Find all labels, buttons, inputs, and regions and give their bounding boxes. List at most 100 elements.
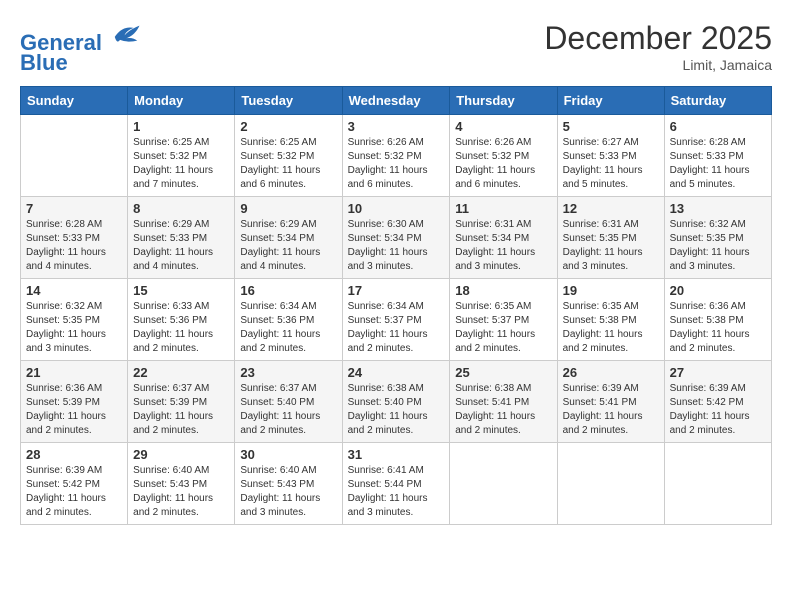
calendar-cell: 1 Sunrise: 6:25 AM Sunset: 5:32 PM Daylig…	[128, 115, 235, 197]
day-number: 7	[26, 201, 122, 216]
calendar-cell: 21Sunrise: 6:36 AM Sunset: 5:39 PM Dayli…	[21, 361, 128, 443]
day-info: Sunrise: 6:34 AM Sunset: 5:36 PM Dayligh…	[240, 300, 336, 356]
calendar-cell: 27 Sunrise: 6:39 AM Sunset: 5:42 PM Dayli…	[664, 361, 771, 443]
calendar-week-5: 28Sunrise: 6:39 AM Sunset: 5:42 PM Dayli…	[21, 443, 772, 525]
day-number: 2	[240, 119, 336, 134]
calendar-cell	[664, 443, 771, 525]
calendar-week-1: 1 Sunrise: 6:25 AM Sunset: 5:32 PM Daylig…	[21, 115, 772, 197]
day-number: 20	[670, 283, 766, 298]
day-info: Sunrise: 6:25 AM Sunset: 5:32 PM Dayligh…	[133, 136, 229, 192]
calendar-cell: 7Sunrise: 6:28 AM Sunset: 5:33 PM Daylig…	[21, 197, 128, 279]
location: Limit, Jamaica	[544, 57, 772, 73]
day-number: 19	[563, 283, 659, 298]
page-header: General Blue December 2025 Limit, Jamaic…	[20, 20, 772, 76]
day-number: 13	[670, 201, 766, 216]
day-info: Sunrise: 6:26 AM Sunset: 5:32 PM Dayligh…	[348, 136, 445, 192]
day-header-monday: Monday	[128, 87, 235, 115]
day-number: 16	[240, 283, 336, 298]
day-info: Sunrise: 6:26 AM Sunset: 5:32 PM Dayligh…	[455, 136, 551, 192]
day-number: 30	[240, 447, 336, 462]
day-header-thursday: Thursday	[450, 87, 557, 115]
calendar-cell: 28Sunrise: 6:39 AM Sunset: 5:42 PM Dayli…	[21, 443, 128, 525]
day-number: 14	[26, 283, 122, 298]
day-number: 23	[240, 365, 336, 380]
calendar-cell: 23Sunrise: 6:37 AM Sunset: 5:40 PM Dayli…	[235, 361, 342, 443]
day-header-wednesday: Wednesday	[342, 87, 450, 115]
calendar-cell: 2 Sunrise: 6:25 AM Sunset: 5:32 PM Daylig…	[235, 115, 342, 197]
calendar-header-row: SundayMondayTuesdayWednesdayThursdayFrid…	[21, 87, 772, 115]
day-number: 21	[26, 365, 122, 380]
day-info: Sunrise: 6:40 AM Sunset: 5:43 PM Dayligh…	[133, 464, 229, 520]
day-number: 31	[348, 447, 445, 462]
day-number: 24	[348, 365, 445, 380]
calendar-cell: 19 Sunrise: 6:35 AM Sunset: 5:38 PM Dayli…	[557, 279, 664, 361]
calendar-cell: 29 Sunrise: 6:40 AM Sunset: 5:43 PM Dayli…	[128, 443, 235, 525]
month-title: December 2025	[544, 20, 772, 57]
day-info: Sunrise: 6:31 AM Sunset: 5:34 PM Dayligh…	[455, 218, 551, 274]
calendar-cell	[450, 443, 557, 525]
calendar-cell: 18 Sunrise: 6:35 AM Sunset: 5:37 PM Dayli…	[450, 279, 557, 361]
day-info: Sunrise: 6:29 AM Sunset: 5:33 PM Dayligh…	[133, 218, 229, 274]
day-header-saturday: Saturday	[664, 87, 771, 115]
day-info: Sunrise: 6:39 AM Sunset: 5:41 PM Dayligh…	[563, 382, 659, 438]
day-info: Sunrise: 6:29 AM Sunset: 5:34 PM Dayligh…	[240, 218, 336, 274]
day-info: Sunrise: 6:40 AM Sunset: 5:43 PM Dayligh…	[240, 464, 336, 520]
calendar-cell	[21, 115, 128, 197]
day-info: Sunrise: 6:28 AM Sunset: 5:33 PM Dayligh…	[670, 136, 766, 192]
day-number: 22	[133, 365, 229, 380]
calendar-cell: 8Sunrise: 6:29 AM Sunset: 5:33 PM Daylig…	[128, 197, 235, 279]
day-info: Sunrise: 6:38 AM Sunset: 5:41 PM Dayligh…	[455, 382, 551, 438]
calendar-cell: 17 Sunrise: 6:34 AM Sunset: 5:37 PM Dayli…	[342, 279, 450, 361]
day-header-sunday: Sunday	[21, 87, 128, 115]
calendar-cell: 15 Sunrise: 6:33 AM Sunset: 5:36 PM Dayli…	[128, 279, 235, 361]
day-header-tuesday: Tuesday	[235, 87, 342, 115]
day-number: 15	[133, 283, 229, 298]
calendar-cell: 6 Sunrise: 6:28 AM Sunset: 5:33 PM Daylig…	[664, 115, 771, 197]
day-info: Sunrise: 6:34 AM Sunset: 5:37 PM Dayligh…	[348, 300, 445, 356]
day-number: 18	[455, 283, 551, 298]
day-info: Sunrise: 6:36 AM Sunset: 5:38 PM Dayligh…	[670, 300, 766, 356]
day-info: Sunrise: 6:27 AM Sunset: 5:33 PM Dayligh…	[563, 136, 659, 192]
calendar-cell: 14 Sunrise: 6:32 AM Sunset: 5:35 PM Dayli…	[21, 279, 128, 361]
calendar-week-2: 7Sunrise: 6:28 AM Sunset: 5:33 PM Daylig…	[21, 197, 772, 279]
day-number: 10	[348, 201, 445, 216]
calendar-cell: 5 Sunrise: 6:27 AM Sunset: 5:33 PM Daylig…	[557, 115, 664, 197]
day-info: Sunrise: 6:32 AM Sunset: 5:35 PM Dayligh…	[670, 218, 766, 274]
calendar-cell: 31 Sunrise: 6:41 AM Sunset: 5:44 PM Dayli…	[342, 443, 450, 525]
calendar-cell: 16 Sunrise: 6:34 AM Sunset: 5:36 PM Dayli…	[235, 279, 342, 361]
day-number: 17	[348, 283, 445, 298]
day-number: 29	[133, 447, 229, 462]
day-number: 6	[670, 119, 766, 134]
day-number: 26	[563, 365, 659, 380]
calendar-week-3: 14 Sunrise: 6:32 AM Sunset: 5:35 PM Dayli…	[21, 279, 772, 361]
calendar-table: SundayMondayTuesdayWednesdayThursdayFrid…	[20, 86, 772, 525]
day-number: 4	[455, 119, 551, 134]
day-number: 12	[563, 201, 659, 216]
day-info: Sunrise: 6:25 AM Sunset: 5:32 PM Dayligh…	[240, 136, 336, 192]
day-number: 27	[670, 365, 766, 380]
calendar-cell: 20 Sunrise: 6:36 AM Sunset: 5:38 PM Dayli…	[664, 279, 771, 361]
calendar-cell: 10Sunrise: 6:30 AM Sunset: 5:34 PM Dayli…	[342, 197, 450, 279]
calendar-cell: 25 Sunrise: 6:38 AM Sunset: 5:41 PM Dayli…	[450, 361, 557, 443]
calendar-cell: 26 Sunrise: 6:39 AM Sunset: 5:41 PM Dayli…	[557, 361, 664, 443]
day-number: 9	[240, 201, 336, 216]
day-info: Sunrise: 6:39 AM Sunset: 5:42 PM Dayligh…	[670, 382, 766, 438]
day-info: Sunrise: 6:39 AM Sunset: 5:42 PM Dayligh…	[26, 464, 122, 520]
title-block: December 2025 Limit, Jamaica	[544, 20, 772, 73]
day-number: 25	[455, 365, 551, 380]
calendar-cell: 3Sunrise: 6:26 AM Sunset: 5:32 PM Daylig…	[342, 115, 450, 197]
calendar-cell: 22 Sunrise: 6:37 AM Sunset: 5:39 PM Dayli…	[128, 361, 235, 443]
day-number: 5	[563, 119, 659, 134]
day-info: Sunrise: 6:31 AM Sunset: 5:35 PM Dayligh…	[563, 218, 659, 274]
day-info: Sunrise: 6:41 AM Sunset: 5:44 PM Dayligh…	[348, 464, 445, 520]
day-number: 1	[133, 119, 229, 134]
day-info: Sunrise: 6:35 AM Sunset: 5:38 PM Dayligh…	[563, 300, 659, 356]
day-info: Sunrise: 6:33 AM Sunset: 5:36 PM Dayligh…	[133, 300, 229, 356]
day-info: Sunrise: 6:37 AM Sunset: 5:39 PM Dayligh…	[133, 382, 229, 438]
day-info: Sunrise: 6:35 AM Sunset: 5:37 PM Dayligh…	[455, 300, 551, 356]
calendar-cell: 12 Sunrise: 6:31 AM Sunset: 5:35 PM Dayli…	[557, 197, 664, 279]
day-info: Sunrise: 6:32 AM Sunset: 5:35 PM Dayligh…	[26, 300, 122, 356]
calendar-cell: 11 Sunrise: 6:31 AM Sunset: 5:34 PM Dayli…	[450, 197, 557, 279]
calendar-cell: 13 Sunrise: 6:32 AM Sunset: 5:35 PM Dayli…	[664, 197, 771, 279]
day-number: 11	[455, 201, 551, 216]
